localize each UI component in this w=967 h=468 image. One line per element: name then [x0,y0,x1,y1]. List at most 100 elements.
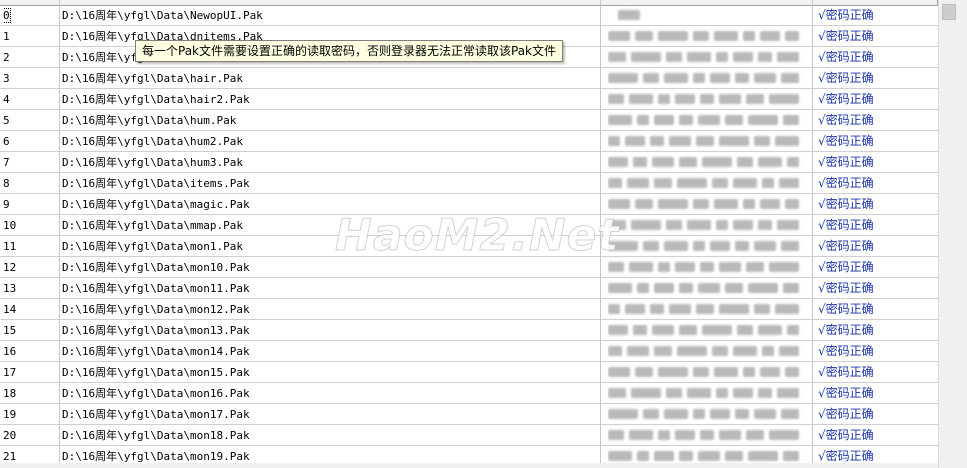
table-row[interactable]: 6 D:\16周年\yfgl\Data\hum2.Pak √密码正确 [0,131,938,152]
row-password-redacted [608,362,808,383]
table-row[interactable]: 7 D:\16周年\yfgl\Data\hum3.Pak √密码正确 [0,152,938,173]
row-status: √密码正确 [818,365,874,379]
row-password-redacted [608,194,808,215]
row-index-text: 4 [3,93,10,106]
row-index-text: 5 [3,114,10,127]
row-index-text: 0 [3,8,11,23]
table-row[interactable]: 0 D:\16周年\yfgl\Data\NewopUI.Pak √密码正确 [0,5,938,26]
row-index: 15 [3,320,59,341]
table-row[interactable]: 8 D:\16周年\yfgl\Data\items.Pak √密码正确 [0,173,938,194]
row-file-path: D:\16周年\yfgl\Data\mon15.Pak [62,366,250,379]
row-index: 8 [3,173,59,194]
row-index-text: 12 [3,261,17,274]
row-index-text: 18 [3,387,17,400]
table-row[interactable]: 13 D:\16周年\yfgl\Data\mon11.Pak √密码正确 [0,278,938,299]
row-password-redacted [608,47,808,68]
row-status: √密码正确 [818,197,874,211]
row-index-text: 1 [3,30,10,43]
table-row[interactable]: 20 D:\16周年\yfgl\Data\mon18.Pak √密码正确 [0,425,938,446]
row-password-redacted [608,215,808,236]
row-password-redacted [608,26,808,47]
row-index-text: 19 [3,408,17,421]
horizontal-scrollbar[interactable] [0,463,938,468]
row-status: √密码正确 [818,260,874,274]
row-file-path: D:\16周年\yfgl\Data\hair.Pak [62,72,243,85]
row-file-path: D:\16周年\yfgl\Data\mon13.Pak [62,324,250,337]
row-index: 17 [3,362,59,383]
row-password-redacted [608,341,808,362]
tooltip: 每一个Pak文件需要设置正确的读取密码，否则登录器无法正常读取该Pak文件 [135,40,564,62]
row-index-text: 15 [3,324,17,337]
row-index: 3 [3,68,59,89]
row-file-path: D:\16周年\yfgl\Data\mon11.Pak [62,282,250,295]
vertical-scrollbar[interactable] [938,0,967,468]
watermark-text: HaoM2.Net [335,210,620,262]
row-index: 4 [3,89,59,110]
row-file-path: D:\16周年\yfgl\Data\mon18.Pak [62,429,250,442]
scrollbar-thumb[interactable] [942,4,956,20]
row-status: √密码正确 [818,134,874,148]
row-password-redacted [608,110,808,131]
row-index-text: 13 [3,282,17,295]
row-index-text: 9 [3,198,10,211]
row-index: 13 [3,278,59,299]
row-index-text: 17 [3,366,17,379]
row-file-path: D:\16周年\yfgl\Data\mon17.Pak [62,408,250,421]
row-status: √密码正确 [818,29,874,43]
row-index-text: 11 [3,240,17,253]
row-file-path: D:\16周年\yfgl\Data\mon14.Pak [62,345,250,358]
row-password-redacted [608,68,808,89]
row-status: √密码正确 [818,71,874,85]
row-index: 14 [3,299,59,320]
row-status: √密码正确 [818,386,874,400]
row-status: √密码正确 [818,50,874,64]
row-password-redacted [608,383,808,404]
table-row[interactable]: 15 D:\16周年\yfgl\Data\mon13.Pak √密码正确 [0,320,938,341]
row-index-text: 14 [3,303,17,316]
row-password-redacted [608,425,808,446]
row-file-path: D:\16周年\yfgl\Data\mon12.Pak [62,303,250,316]
row-password-redacted [608,131,808,152]
row-status: √密码正确 [818,239,874,253]
row-index-text: 10 [3,219,17,232]
row-password-redacted [608,320,808,341]
row-index-text: 8 [3,177,10,190]
table-row[interactable]: 5 D:\16周年\yfgl\Data\hum.Pak √密码正确 [0,110,938,131]
row-file-path: D:\16周年\yfgl\Data\hum3.Pak [62,156,243,169]
row-password-redacted [608,257,808,278]
row-password-redacted [608,299,808,320]
row-password-redacted [608,404,808,425]
row-file-path: D:\16周年\yfgl\Data\NewopUI.Pak [62,9,263,22]
row-password-redacted [608,236,808,257]
row-index-text: 16 [3,345,17,358]
table-row[interactable]: 4 D:\16周年\yfgl\Data\hair2.Pak √密码正确 [0,89,938,110]
row-index: 12 [3,257,59,278]
row-index: 6 [3,131,59,152]
row-index-text: 2 [3,51,10,64]
row-index: 20 [3,425,59,446]
row-status: √密码正确 [818,281,874,295]
row-password-redacted [608,89,808,110]
row-index: 2 [3,47,59,68]
row-index: 1 [3,26,59,47]
table-row[interactable]: 14 D:\16周年\yfgl\Data\mon12.Pak √密码正确 [0,299,938,320]
row-status: √密码正确 [818,323,874,337]
row-password-redacted [608,278,808,299]
table-row[interactable]: 16 D:\16周年\yfgl\Data\mon14.Pak √密码正确 [0,341,938,362]
row-status: √密码正确 [818,113,874,127]
table-row[interactable]: 17 D:\16周年\yfgl\Data\mon15.Pak √密码正确 [0,362,938,383]
row-file-path: D:\16周年\yfgl\Data\hair2.Pak [62,93,250,106]
row-index-text: 21 [3,450,17,463]
row-status: √密码正确 [818,8,874,22]
row-status: √密码正确 [818,92,874,106]
row-index: 18 [3,383,59,404]
row-status: √密码正确 [818,155,874,169]
table-row[interactable]: 18 D:\16周年\yfgl\Data\mon16.Pak √密码正确 [0,383,938,404]
row-file-path: D:\16周年\yfgl\Data\items.Pak [62,177,250,190]
table-row[interactable]: 3 D:\16周年\yfgl\Data\hair.Pak √密码正确 [0,68,938,89]
row-index: 5 [3,110,59,131]
row-status: √密码正确 [818,302,874,316]
table-row[interactable]: 19 D:\16周年\yfgl\Data\mon17.Pak √密码正确 [0,404,938,425]
row-password-redacted [608,5,808,26]
row-index-text: 20 [3,429,17,442]
